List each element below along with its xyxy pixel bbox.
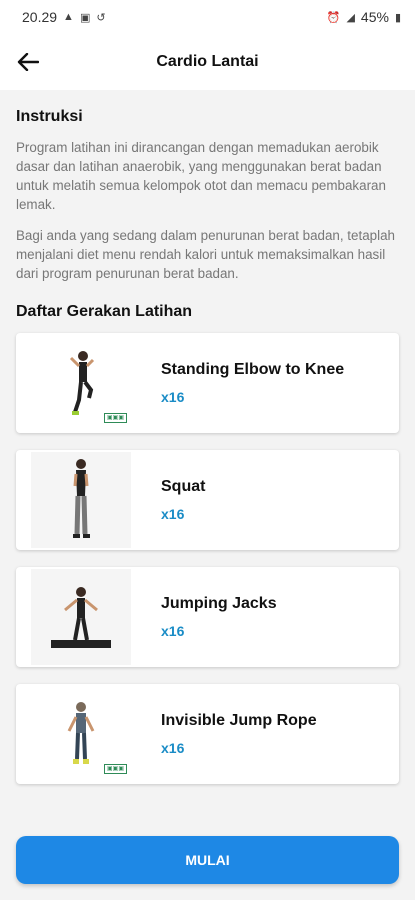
main-content: Instruksi Program latihan ini dirancanga… [0, 108, 415, 784]
notification-icon: ▲ [63, 11, 74, 23]
battery-level: 45% [360, 9, 389, 25]
arrow-left-icon [17, 53, 39, 71]
app-bar: Cardio Lantai [0, 34, 415, 90]
status-bar: 20.29 ▲ ▣ ↺ ⏰ ◢ 45% ▮ [0, 0, 415, 34]
exercise-name: Invisible Jump Rope [161, 712, 317, 729]
sync-icon: ↺ [96, 11, 106, 24]
signal-icon: ◢ [346, 11, 355, 24]
brand-badge: ▣▣▣ [103, 413, 127, 423]
exercise-card-invisible-jump-rope[interactable]: ▣▣▣ Invisible Jump Rope x16 [16, 684, 399, 784]
instructions-paragraph-1: Program latihan ini dirancangan dengan m… [16, 140, 386, 212]
gallery-icon: ▣ [79, 11, 91, 24]
battery-icon: ▮ [394, 11, 401, 24]
exercise-reps: x16 [161, 740, 185, 756]
start-button[interactable]: MULAI [16, 836, 399, 884]
exercise-name: Jumping Jacks [161, 595, 277, 612]
alarm-icon: ⏰ [326, 11, 341, 24]
exercise-card-squat[interactable]: Squat x16 [16, 450, 399, 550]
exercise-image-squat [31, 452, 131, 548]
page-title: Cardio Lantai [156, 53, 259, 70]
exercise-reps: x16 [161, 506, 185, 522]
exercise-name: Squat [161, 478, 206, 495]
instructions-heading: Instruksi [16, 108, 83, 125]
instructions-paragraph-2: Bagi anda yang sedang dalam penurunan be… [16, 228, 395, 281]
brand-badge: ▣▣▣ [103, 764, 127, 774]
exercise-image-standing-elbow-to-knee: ▣▣▣ [31, 335, 131, 431]
exercise-name: Standing Elbow to Knee [161, 361, 345, 378]
exercise-card-standing-elbow-to-knee[interactable]: ▣▣▣ Standing Elbow to Knee x16 [16, 333, 399, 433]
exercise-reps: x16 [161, 389, 185, 405]
exercise-image-jumping-jacks [31, 569, 131, 665]
exercise-list-heading: Daftar Gerakan Latihan [16, 303, 193, 320]
status-time: 20.29 [22, 9, 58, 25]
exercise-card-jumping-jacks[interactable]: Jumping Jacks x16 [16, 567, 399, 667]
exercise-reps: x16 [161, 623, 185, 639]
back-button[interactable] [14, 48, 42, 76]
exercise-image-invisible-jump-rope: ▣▣▣ [31, 686, 131, 782]
